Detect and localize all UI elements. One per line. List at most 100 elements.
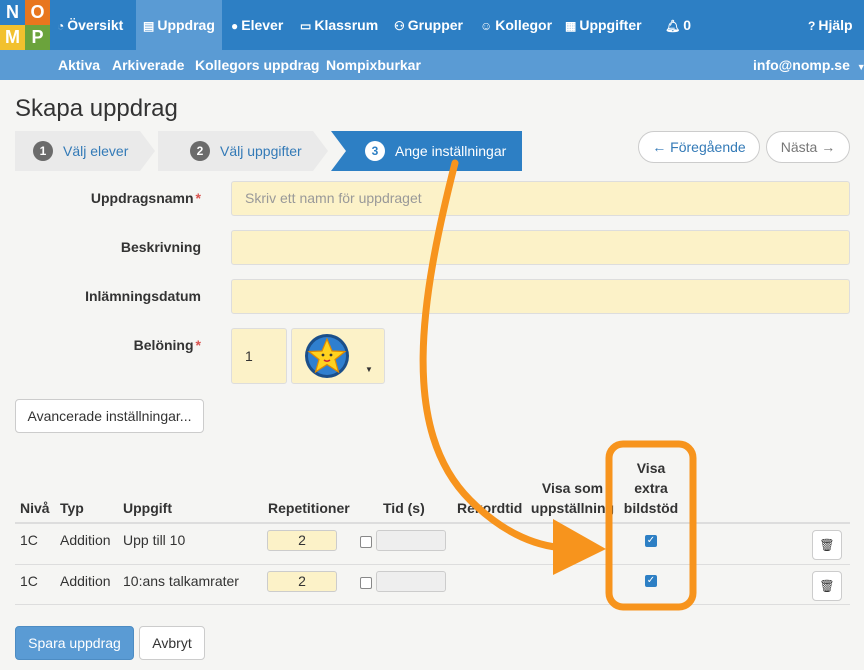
row-type: Addition bbox=[60, 573, 111, 589]
cancel-button[interactable]: Avbryt bbox=[139, 626, 205, 660]
next-button[interactable]: Nästa → bbox=[766, 131, 850, 163]
book-icon: ▤ bbox=[143, 19, 155, 33]
column-header-type: Typ bbox=[60, 500, 84, 516]
column-header-task: Uppgift bbox=[123, 500, 172, 516]
column-header-level: Nivå bbox=[20, 500, 50, 516]
nav-klassrum[interactable]: ▭ Klassrum bbox=[300, 0, 378, 50]
wizard-notch bbox=[331, 131, 346, 171]
wizard-step-1[interactable]: 1 Välj elever bbox=[15, 131, 140, 171]
top-navbar: N O M P ◔ Översikt ▤ Uppdrag ● Elever ▭ Klas… bbox=[0, 0, 864, 50]
row-divider bbox=[15, 564, 850, 565]
reward-label: Belöning * bbox=[60, 337, 201, 353]
time-input[interactable] bbox=[376, 571, 446, 592]
account-menu[interactable]: info@nomp.se ▼ bbox=[753, 50, 864, 80]
row-task: Upp till 10 bbox=[123, 532, 186, 548]
advanced-settings-button[interactable]: Avancerade inställningar... bbox=[15, 399, 204, 433]
annotation-arrowhead bbox=[553, 519, 606, 575]
nav-uppdrag-label: Uppdrag bbox=[157, 17, 215, 33]
name-label-text: Uppdragsnamn bbox=[90, 190, 194, 206]
column-header-setup: Visa som uppställning bbox=[530, 478, 615, 518]
step-label-3: Ange inställningar bbox=[395, 143, 507, 159]
extra-support-checkbox[interactable]: ✓ bbox=[645, 575, 657, 587]
extra-header-line-1: Visa bbox=[636, 460, 666, 476]
nav-oversikt[interactable]: ◔ Översikt bbox=[57, 0, 123, 50]
nav-kollegor-label: Kollegor bbox=[495, 17, 553, 33]
sub-navbar: Aktiva Arkiverade Kollegors uppdrag Nomp… bbox=[0, 50, 864, 80]
repetitions-input[interactable]: 2 bbox=[267, 571, 337, 592]
wizard-chevron bbox=[313, 131, 328, 171]
user-icon: ● bbox=[231, 19, 239, 33]
nav-klassrum-label: Klassrum bbox=[314, 17, 379, 33]
delete-row-button[interactable]: 🗑︎ bbox=[812, 571, 842, 601]
grid-icon: ▦ bbox=[565, 19, 577, 33]
nav-grupper-label: Grupper bbox=[407, 17, 463, 33]
required-marker: * bbox=[195, 337, 201, 353]
extra-support-checkbox[interactable]: ✓ bbox=[645, 535, 657, 547]
wizard-step-2[interactable]: 2 Välj uppgifter bbox=[158, 131, 313, 171]
nav-uppgifter-label: Uppgifter bbox=[579, 17, 642, 33]
nav-uppgifter[interactable]: ▦ Uppgifter bbox=[565, 0, 642, 50]
nav-oversikt-label: Översikt bbox=[67, 17, 124, 33]
nav-elever-label: Elever bbox=[241, 17, 284, 33]
name-label: Uppdragsnamn * bbox=[60, 190, 201, 206]
due-date-input[interactable] bbox=[231, 279, 850, 314]
caret-down-icon: ▼ bbox=[365, 365, 373, 374]
dashboard-icon: ◔ bbox=[57, 19, 65, 33]
row-level: 1C bbox=[20, 532, 38, 548]
subnav-aktiva[interactable]: Aktiva bbox=[58, 50, 100, 80]
delete-row-button[interactable]: 🗑︎ bbox=[812, 530, 842, 560]
repetitions-input[interactable]: 2 bbox=[267, 530, 337, 551]
nomp-logo[interactable]: N O M P bbox=[0, 0, 50, 50]
row-level: 1C bbox=[20, 573, 38, 589]
required-marker: * bbox=[195, 190, 201, 206]
save-assignment-button[interactable]: Spara uppdrag bbox=[15, 626, 134, 660]
table-header-divider bbox=[15, 522, 850, 524]
logo-letter-o: O bbox=[25, 0, 50, 25]
monitor-icon: ▭ bbox=[300, 19, 312, 33]
column-header-record: Rekordtid bbox=[457, 500, 523, 516]
logo-letter-p: P bbox=[25, 25, 50, 50]
assignment-name-input[interactable]: Skriv ett namn för uppdraget bbox=[231, 181, 850, 216]
step-label-1: Välj elever bbox=[63, 143, 129, 159]
nav-help[interactable]: ? Hjälp bbox=[808, 0, 853, 50]
star-icon bbox=[305, 334, 349, 378]
column-header-extra-support: Visa extra bildstöd bbox=[612, 458, 690, 518]
wizard-step-3[interactable]: 3 Ange inställningar bbox=[331, 131, 522, 171]
setup-header-line-2: uppställning bbox=[530, 500, 615, 516]
question-icon: ? bbox=[808, 19, 816, 33]
wizard-chevron bbox=[140, 131, 155, 171]
nav-help-label: Hjälp bbox=[818, 17, 853, 33]
due-date-label: Inlämningsdatum bbox=[85, 288, 201, 304]
description-input[interactable] bbox=[231, 230, 850, 265]
step-number-1: 1 bbox=[33, 141, 53, 162]
step-number-2: 2 bbox=[190, 141, 210, 162]
time-input[interactable] bbox=[376, 530, 446, 551]
account-email: info@nomp.se bbox=[753, 57, 850, 73]
subnav-kollegors-uppdrag[interactable]: Kollegors uppdrag bbox=[195, 50, 319, 80]
nav-notifications[interactable]: 🔔︎ 0 bbox=[665, 0, 691, 50]
reward-amount-input[interactable]: 1 bbox=[231, 328, 287, 384]
reward-picker[interactable]: ▼ bbox=[291, 328, 385, 384]
nav-grupper[interactable]: ⚇ Grupper bbox=[394, 0, 463, 50]
bell-icon: 🔔︎ bbox=[665, 19, 681, 33]
row-type: Addition bbox=[60, 532, 111, 548]
page-title: Skapa uppdrag bbox=[15, 95, 178, 122]
caret-down-icon: ▼ bbox=[856, 62, 864, 72]
smile-icon: ☺ bbox=[480, 19, 493, 33]
time-limit-checkbox[interactable] bbox=[360, 536, 372, 548]
step-label-2: Välj uppgifter bbox=[220, 143, 302, 159]
subnav-arkiverade[interactable]: Arkiverade bbox=[112, 50, 184, 80]
previous-button[interactable]: ← Föregående bbox=[638, 131, 760, 163]
time-limit-checkbox[interactable] bbox=[360, 577, 372, 589]
row-task: 10:ans talkamrater bbox=[123, 573, 239, 589]
nav-uppdrag[interactable]: ▤ Uppdrag bbox=[136, 0, 222, 50]
nav-kollegor[interactable]: ☺ Kollegor bbox=[480, 0, 552, 50]
nav-elever[interactable]: ● Elever bbox=[231, 0, 283, 50]
group-icon: ⚇ bbox=[394, 19, 405, 33]
extra-header-line-3: bildstöd bbox=[623, 500, 679, 516]
step-number-3: 3 bbox=[365, 141, 385, 162]
setup-header-line-1: Visa som bbox=[541, 480, 604, 496]
subnav-nompixburkar[interactable]: Nompixburkar bbox=[326, 50, 421, 80]
trash-icon: 🗑︎ bbox=[819, 538, 835, 552]
row-divider bbox=[15, 604, 850, 605]
